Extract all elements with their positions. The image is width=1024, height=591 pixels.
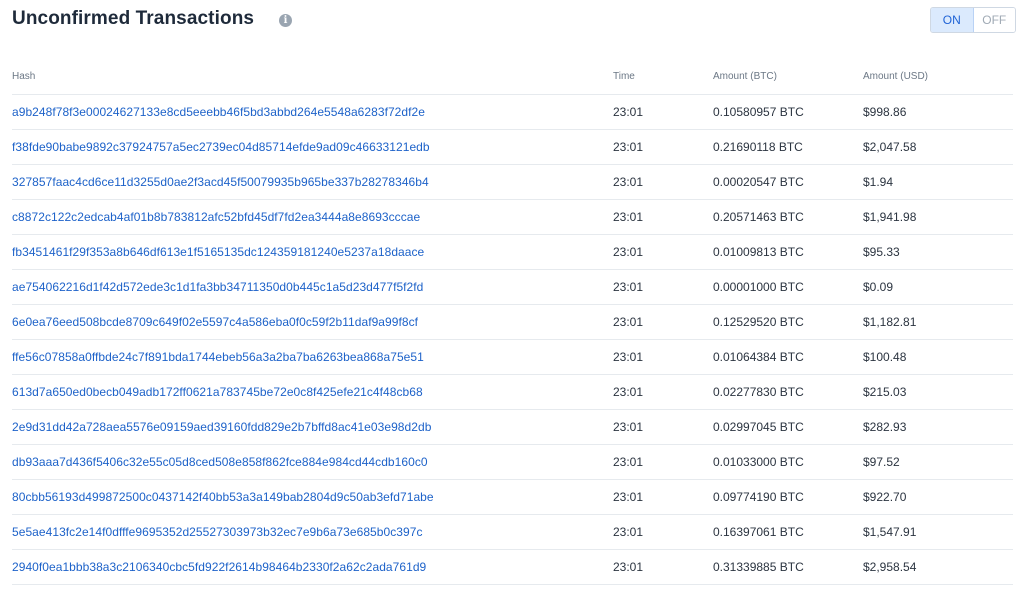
hash-cell: ffe56c07858a0ffbde24c7f891bda1744ebeb56a… <box>12 350 424 364</box>
transaction-hash-link[interactable]: 80cbb56193d499872500c0437142f40bb53a3a14… <box>12 490 434 504</box>
info-icon[interactable]: i <box>279 14 292 27</box>
transaction-amount-btc: 0.00001000 BTC <box>713 280 804 294</box>
transaction-amount-usd: $282.93 <box>863 420 907 434</box>
transaction-amount-usd: $2,047.58 <box>863 140 917 154</box>
table-row: 613d7a650ed0becb049adb172ff0621a783745be… <box>12 375 1013 410</box>
transaction-amount-usd: $922.70 <box>863 490 907 504</box>
table-row: 2e9d31dd42a728aea5576e09159aed39160fdd82… <box>12 410 1013 445</box>
hash-cell: 5e5ae413fc2e14f0dfffe9695352d25527303973… <box>12 525 423 539</box>
transaction-hash-link[interactable]: 5e5ae413fc2e14f0dfffe9695352d25527303973… <box>12 525 423 539</box>
table-row: ffe56c07858a0ffbde24c7f891bda1744ebeb56a… <box>12 340 1013 375</box>
transaction-time: 23:01 <box>613 105 644 119</box>
transaction-hash-link[interactable]: a9b248f78f3e00024627133e8cd5eeebb46f5bd3… <box>12 105 425 119</box>
transaction-amount-btc: 0.31339885 BTC <box>713 560 804 574</box>
transaction-amount-usd: $0.09 <box>863 280 894 294</box>
transaction-time: 23:01 <box>613 175 644 189</box>
hash-cell: 80cbb56193d499872500c0437142f40bb53a3a14… <box>12 490 434 504</box>
transaction-hash-link[interactable]: 613d7a650ed0becb049adb172ff0621a783745be… <box>12 385 423 399</box>
transaction-amount-usd: $1,547.91 <box>863 525 917 539</box>
transaction-amount-btc: 0.01009813 BTC <box>713 245 804 259</box>
hash-cell: 6e0ea76eed508bcde8709c649f02e5597c4a586e… <box>12 315 418 329</box>
table-body: a9b248f78f3e00024627133e8cd5eeebb46f5bd3… <box>12 95 1013 585</box>
transaction-amount-usd: $2,958.54 <box>863 560 917 574</box>
transaction-amount-usd: $95.33 <box>863 245 900 259</box>
table-row: 5e5ae413fc2e14f0dfffe9695352d25527303973… <box>12 515 1013 550</box>
transaction-amount-usd: $1,182.81 <box>863 315 917 329</box>
hash-cell: f38fde90babe9892c37924757a5ec2739ec04d85… <box>12 140 430 154</box>
transaction-amount-btc: 0.00020547 BTC <box>713 175 804 189</box>
transaction-hash-link[interactable]: c8872c122c2edcab4af01b8b783812afc52bfd45… <box>12 210 420 224</box>
table-row: db93aaa7d436f5406c32e55c05d8ced508e858f8… <box>12 445 1013 480</box>
transaction-amount-btc: 0.02997045 BTC <box>713 420 804 434</box>
page-title: Unconfirmed Transactions <box>12 8 255 29</box>
transaction-time: 23:01 <box>613 420 644 434</box>
transaction-amount-usd: $100.48 <box>863 350 907 364</box>
table-row: 6e0ea76eed508bcde8709c649f02e5597c4a586e… <box>12 305 1013 340</box>
table-row: a9b248f78f3e00024627133e8cd5eeebb46f5bd3… <box>12 95 1013 130</box>
hash-cell: fb3451461f29f353a8b646df613e1f5165135dc1… <box>12 245 424 259</box>
hash-cell: a9b248f78f3e00024627133e8cd5eeebb46f5bd3… <box>12 105 425 119</box>
transaction-time: 23:01 <box>613 455 644 469</box>
column-header-amount-btc: Amount (BTC) <box>713 71 777 82</box>
transaction-amount-usd: $1,941.98 <box>863 210 917 224</box>
transaction-amount-btc: 0.02277830 BTC <box>713 385 804 399</box>
table-row: 80cbb56193d499872500c0437142f40bb53a3a14… <box>12 480 1013 515</box>
transaction-amount-btc: 0.16397061 BTC <box>713 525 804 539</box>
page-header: Unconfirmed Transactions i ON OFF <box>12 6 1016 36</box>
table-row: 327857faac4cd6ce11d3255d0ae2f3acd45f5007… <box>12 165 1013 200</box>
transaction-hash-link[interactable]: 2e9d31dd42a728aea5576e09159aed39160fdd82… <box>12 420 431 434</box>
transaction-hash-link[interactable]: fb3451461f29f353a8b646df613e1f5165135dc1… <box>12 245 424 259</box>
table-row: f38fde90babe9892c37924757a5ec2739ec04d85… <box>12 130 1013 165</box>
transactions-table: Hash Time Amount (BTC) Amount (USD) a9b2… <box>12 60 1013 585</box>
transaction-amount-btc: 0.01064384 BTC <box>713 350 804 364</box>
transaction-time: 23:01 <box>613 280 644 294</box>
transaction-hash-link[interactable]: f38fde90babe9892c37924757a5ec2739ec04d85… <box>12 140 430 154</box>
transaction-hash-link[interactable]: ae754062216d1f42d572ede3c1d1fa3bb3471135… <box>12 280 423 294</box>
transaction-amount-btc: 0.12529520 BTC <box>713 315 804 329</box>
transaction-time: 23:01 <box>613 245 644 259</box>
transaction-amount-usd: $1.94 <box>863 175 894 189</box>
transaction-time: 23:01 <box>613 210 644 224</box>
hash-cell: 327857faac4cd6ce11d3255d0ae2f3acd45f5007… <box>12 175 429 189</box>
transaction-amount-btc: 0.20571463 BTC <box>713 210 804 224</box>
column-header-hash: Hash <box>12 71 36 82</box>
table-row: fb3451461f29f353a8b646df613e1f5165135dc1… <box>12 235 1013 270</box>
transaction-amount-usd: $998.86 <box>863 105 907 119</box>
hash-cell: 2e9d31dd42a728aea5576e09159aed39160fdd82… <box>12 420 431 434</box>
hash-cell: db93aaa7d436f5406c32e55c05d8ced508e858f8… <box>12 455 428 469</box>
transaction-hash-link[interactable]: 2940f0ea1bbb38a3c2106340cbc5fd922f2614b9… <box>12 560 426 574</box>
toggle-on-button[interactable]: ON <box>931 8 974 32</box>
transaction-hash-link[interactable]: 327857faac4cd6ce11d3255d0ae2f3acd45f5007… <box>12 175 429 189</box>
transaction-time: 23:01 <box>613 560 644 574</box>
hash-cell: 613d7a650ed0becb049adb172ff0621a783745be… <box>12 385 423 399</box>
transaction-amount-btc: 0.01033000 BTC <box>713 455 804 469</box>
table-row: c8872c122c2edcab4af01b8b783812afc52bfd45… <box>12 200 1013 235</box>
hash-cell: c8872c122c2edcab4af01b8b783812afc52bfd45… <box>12 210 420 224</box>
transaction-time: 23:01 <box>613 350 644 364</box>
table-row: ae754062216d1f42d572ede3c1d1fa3bb3471135… <box>12 270 1013 305</box>
hash-cell: ae754062216d1f42d572ede3c1d1fa3bb3471135… <box>12 280 423 294</box>
table-row: 2940f0ea1bbb38a3c2106340cbc5fd922f2614b9… <box>12 550 1013 585</box>
transaction-hash-link[interactable]: 6e0ea76eed508bcde8709c649f02e5597c4a586e… <box>12 315 418 329</box>
transaction-amount-usd: $215.03 <box>863 385 907 399</box>
table-header: Hash Time Amount (BTC) Amount (USD) <box>12 60 1013 95</box>
transaction-amount-usd: $97.52 <box>863 455 900 469</box>
transaction-time: 23:01 <box>613 315 644 329</box>
transaction-amount-btc: 0.10580957 BTC <box>713 105 804 119</box>
column-header-amount-usd: Amount (USD) <box>863 71 929 82</box>
transaction-amount-btc: 0.09774190 BTC <box>713 490 804 504</box>
transaction-time: 23:01 <box>613 490 644 504</box>
toggle-off-button[interactable]: OFF <box>973 8 1015 32</box>
on-off-toggle[interactable]: ON OFF <box>930 7 1016 33</box>
transaction-time: 23:01 <box>613 140 644 154</box>
transaction-amount-btc: 0.21690118 BTC <box>713 140 803 154</box>
column-header-time: Time <box>613 71 635 82</box>
transaction-hash-link[interactable]: ffe56c07858a0ffbde24c7f891bda1744ebeb56a… <box>12 350 424 364</box>
hash-cell: 2940f0ea1bbb38a3c2106340cbc5fd922f2614b9… <box>12 560 426 574</box>
transaction-hash-link[interactable]: db93aaa7d436f5406c32e55c05d8ced508e858f8… <box>12 455 428 469</box>
transaction-time: 23:01 <box>613 385 644 399</box>
transaction-time: 23:01 <box>613 525 644 539</box>
